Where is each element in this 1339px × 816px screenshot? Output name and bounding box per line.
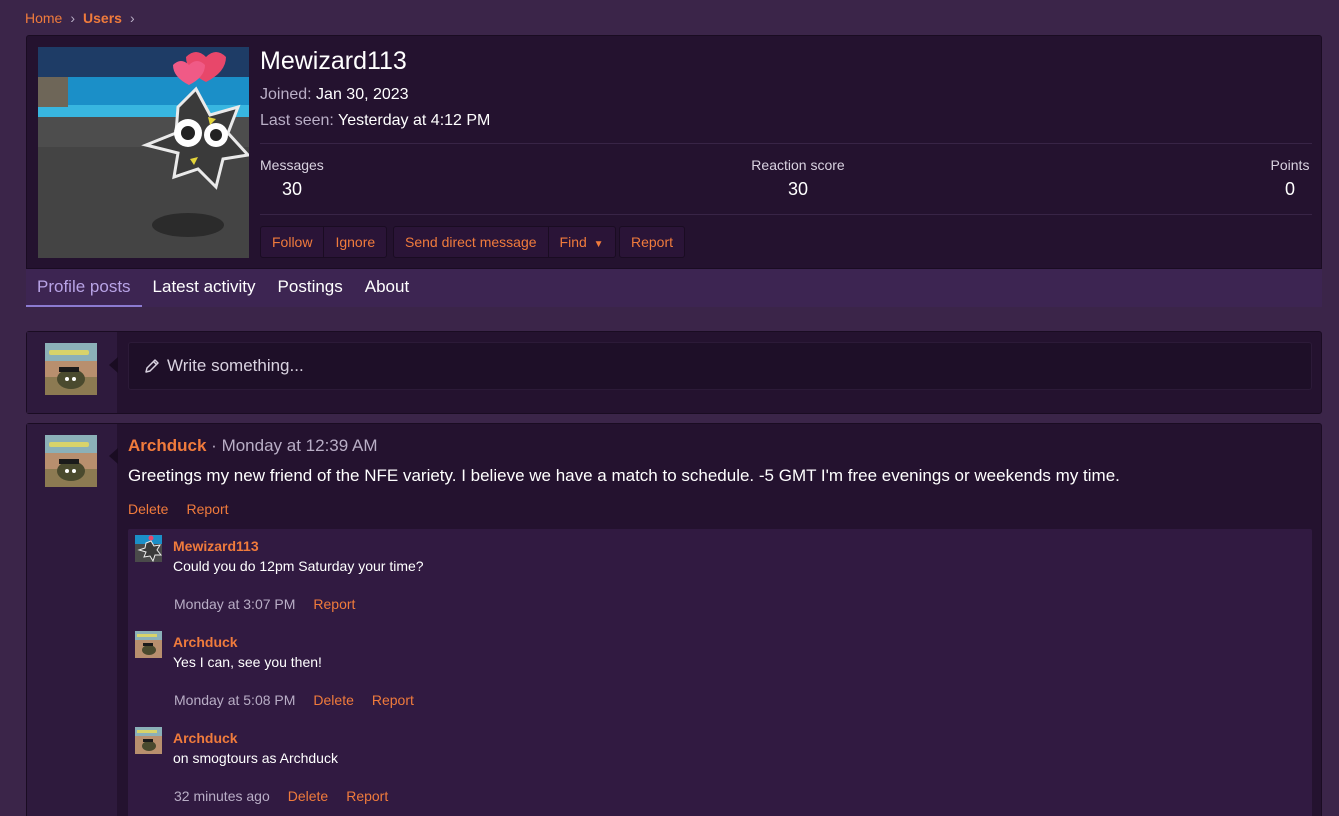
write-something-input[interactable]: Write something... [128,342,1312,390]
stat-messages[interactable]: Messages 30 [260,157,324,200]
stat-value: 0 [1284,179,1295,199]
write-something-placeholder: Write something... [167,356,304,375]
send-direct-message-button[interactable]: Send direct message [394,227,549,257]
comment-author-link[interactable]: Archduck [173,730,238,746]
comment-author-link[interactable]: Mewizard113 [173,538,259,554]
chevron-right-icon: › [129,10,135,26]
comment-text: Could you do 12pm Saturday your time? [173,558,424,574]
comment-item: Mewizard113 Could you do 12pm Saturday y… [128,529,1312,625]
pencil-icon [143,357,161,375]
stat-label: Messages [260,157,324,173]
last-seen-label: Last seen: [260,112,334,129]
arrow-pointer [109,448,118,464]
message-find-group: Send direct message Find ▼ [393,226,616,258]
profile-username: Mewizard113 [260,47,407,75]
report-profile-button[interactable]: Report [620,227,684,257]
comment-time[interactable]: Monday at 5:08 PM [174,692,295,708]
breadcrumb-home-link[interactable]: Home [25,10,62,26]
duck-avatar-icon [45,343,97,395]
arrow-pointer [109,357,118,373]
breadcrumb: Home › Users › [25,10,143,26]
comment-author-link[interactable]: Archduck [173,634,238,650]
find-menu-button[interactable]: Find ▼ [549,227,615,257]
caret-down-icon: ▼ [593,239,604,250]
delete-comment-link[interactable]: Delete [288,788,328,804]
comment-time[interactable]: 32 minutes ago [174,788,270,804]
profile-avatar[interactable] [38,47,249,258]
report-comment-link[interactable]: Report [313,596,355,612]
tab-about[interactable]: About [354,269,420,307]
duck-avatar-icon [45,435,97,487]
report-post-link[interactable]: Report [186,501,228,517]
follow-button[interactable]: Follow [261,227,325,257]
duck-avatar-icon [135,727,162,754]
post-body: Greetings my new friend of the NFE varie… [128,466,1120,485]
profile-joined: Joined: Jan 30, 2023 [260,86,409,104]
report-group: Report [619,226,686,258]
tab-latest-activity[interactable]: Latest activity [142,269,267,307]
comment-time[interactable]: Monday at 3:07 PM [174,596,295,612]
comment-meta: Monday at 3:07 PM Report [174,596,355,612]
comment-item: Archduck Yes I can, see you then! Monday… [128,625,1312,721]
avatar[interactable] [135,535,162,562]
comment-list: Mewizard113 Could you do 12pm Saturday y… [128,529,1312,816]
report-comment-link[interactable]: Report [372,692,414,708]
last-seen-value: Yesterday at 4:12 PM [337,112,491,129]
stat-value: 30 [787,179,809,199]
profile-post: Archduck · Monday at 12:39 AM Greetings … [26,423,1322,816]
post-separator: · [211,436,217,455]
find-label: Find [559,234,587,250]
delete-comment-link[interactable]: Delete [313,692,353,708]
divider [260,214,1312,215]
divider [260,143,1312,144]
comment-text: Yes I can, see you then! [173,654,322,670]
post-header: Archduck · Monday at 12:39 AM [128,436,378,456]
avatar[interactable] [45,435,97,487]
stat-value: 30 [282,179,303,199]
avatar[interactable] [135,727,162,754]
ignore-button[interactable]: Ignore [324,227,386,257]
comment-item: Archduck on smogtours as Archduck 32 min… [128,721,1312,816]
joined-label: Joined: [260,86,312,103]
avatar[interactable] [135,631,162,658]
profile-post-composer: Write something... [26,331,1322,414]
stat-points[interactable]: Points 0 [1267,157,1313,200]
follow-ignore-group: Follow Ignore [260,226,388,258]
profile-tabs: Profile posts Latest activity Postings A… [26,268,1322,307]
post-author-link[interactable]: Archduck [128,436,206,455]
tab-profile-posts[interactable]: Profile posts [26,269,142,307]
delete-post-link[interactable]: Delete [128,501,168,517]
avatar[interactable] [45,343,97,395]
stat-reaction-score[interactable]: Reaction score 30 [749,157,847,200]
spiky-avatar-icon [135,535,162,562]
duck-avatar-icon [135,631,162,658]
breadcrumb-users-link[interactable]: Users [83,10,122,26]
comment-text: on smogtours as Archduck [173,750,338,766]
stat-label: Reaction score [751,157,845,173]
profile-header: Mewizard113 Joined: Jan 30, 2023 Last se… [26,35,1322,307]
post-datetime[interactable]: Monday at 12:39 AM [222,436,378,455]
chevron-right-icon: › [70,10,76,26]
report-comment-link[interactable]: Report [346,788,388,804]
post-actions: Delete Report [128,501,229,517]
profile-last-seen: Last seen: Yesterday at 4:12 PM [260,112,490,130]
comment-meta: Monday at 5:08 PM Delete Report [174,692,414,708]
comment-meta: 32 minutes ago Delete Report [174,788,388,804]
tab-postings[interactable]: Postings [267,269,354,307]
stat-label: Points [1270,157,1310,173]
joined-value: Jan 30, 2023 [316,86,409,103]
avatar-image-icon [38,47,249,258]
